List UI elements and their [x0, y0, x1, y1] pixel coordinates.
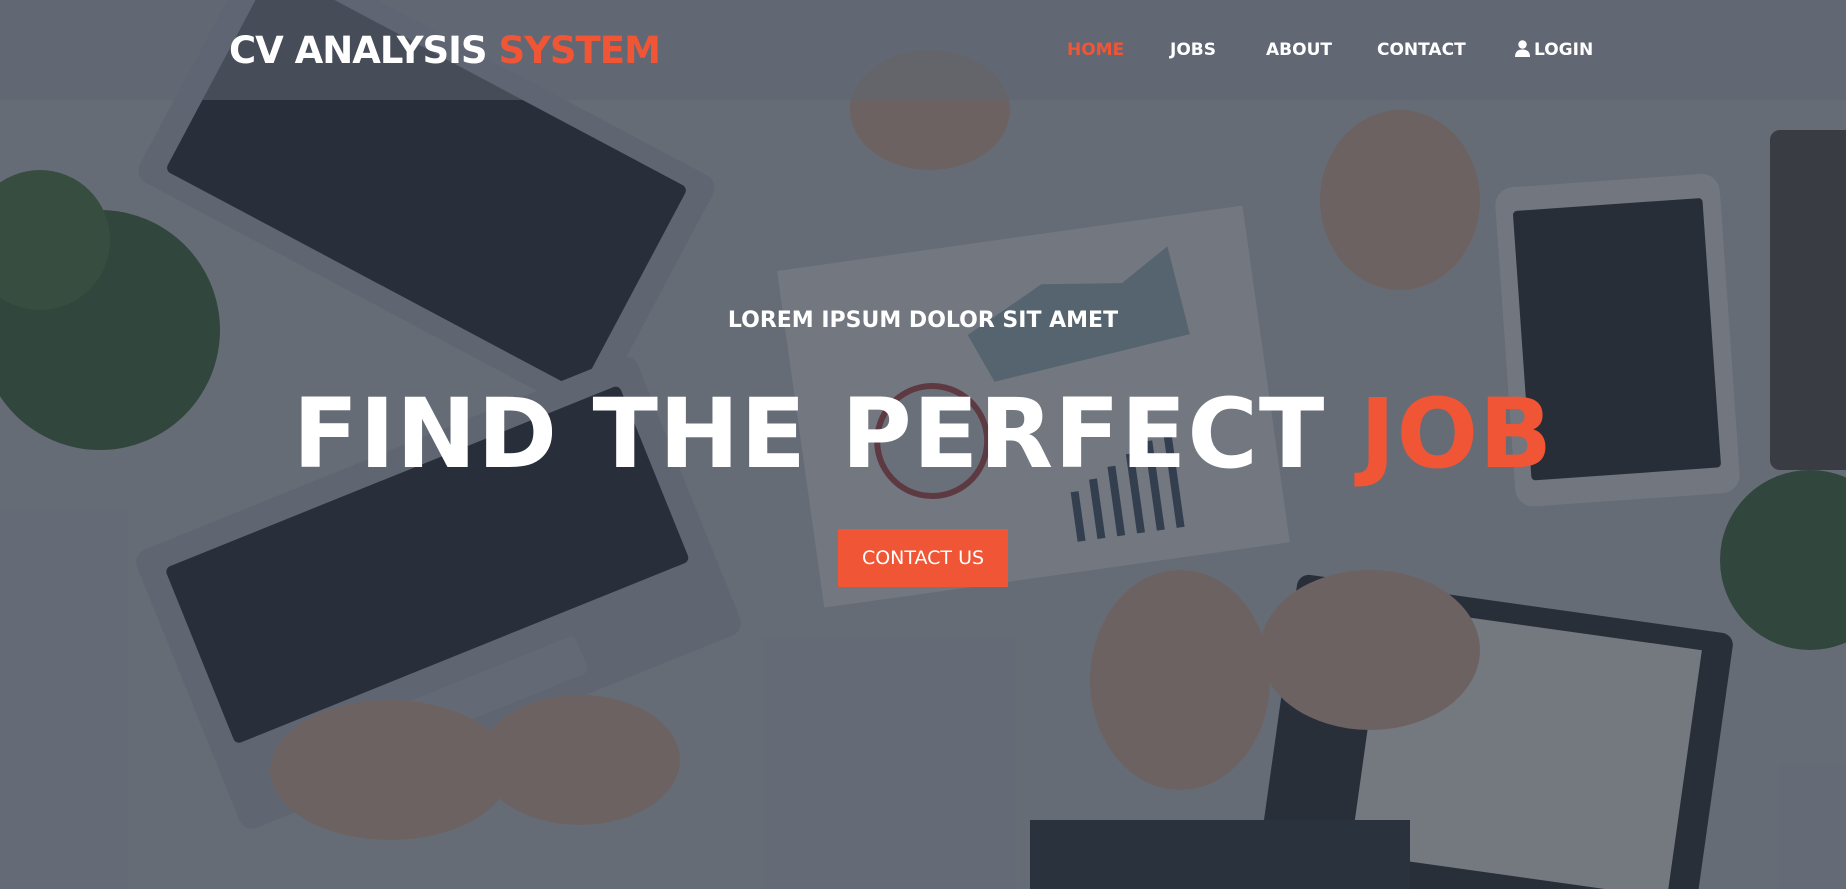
user-icon — [1515, 40, 1530, 57]
site-logo[interactable]: CV ANALYSIS SYSTEM — [229, 24, 661, 78]
hero-headline: FIND THE PERFECT JOB — [0, 378, 1846, 490]
logo-main-text: CV ANALYSIS — [229, 29, 488, 72]
top-navbar: CV ANALYSIS SYSTEM HOME JOBS ABOUT CONTA… — [0, 0, 1846, 100]
nav-item-login-label: LOGIN — [1534, 40, 1594, 60]
nav-item-about[interactable]: ABOUT — [1266, 36, 1332, 64]
logo-accent-text: SYSTEM — [498, 29, 660, 72]
headline-accent: JOB — [1359, 378, 1554, 490]
hero-section: CV ANALYSIS SYSTEM HOME JOBS ABOUT CONTA… — [0, 0, 1846, 889]
nav-item-jobs[interactable]: JOBS — [1170, 36, 1216, 64]
hero-kicker: LOREM IPSUM DOLOR SIT AMET — [727, 308, 1119, 333]
contact-us-button[interactable]: CONTACT US — [838, 529, 1008, 587]
nav-item-contact[interactable]: CONTACT — [1377, 36, 1466, 64]
headline-main: FIND THE PERFECT — [292, 378, 1326, 490]
nav-item-login[interactable]: LOGIN — [1515, 36, 1593, 64]
nav-item-home[interactable]: HOME — [1067, 36, 1124, 64]
